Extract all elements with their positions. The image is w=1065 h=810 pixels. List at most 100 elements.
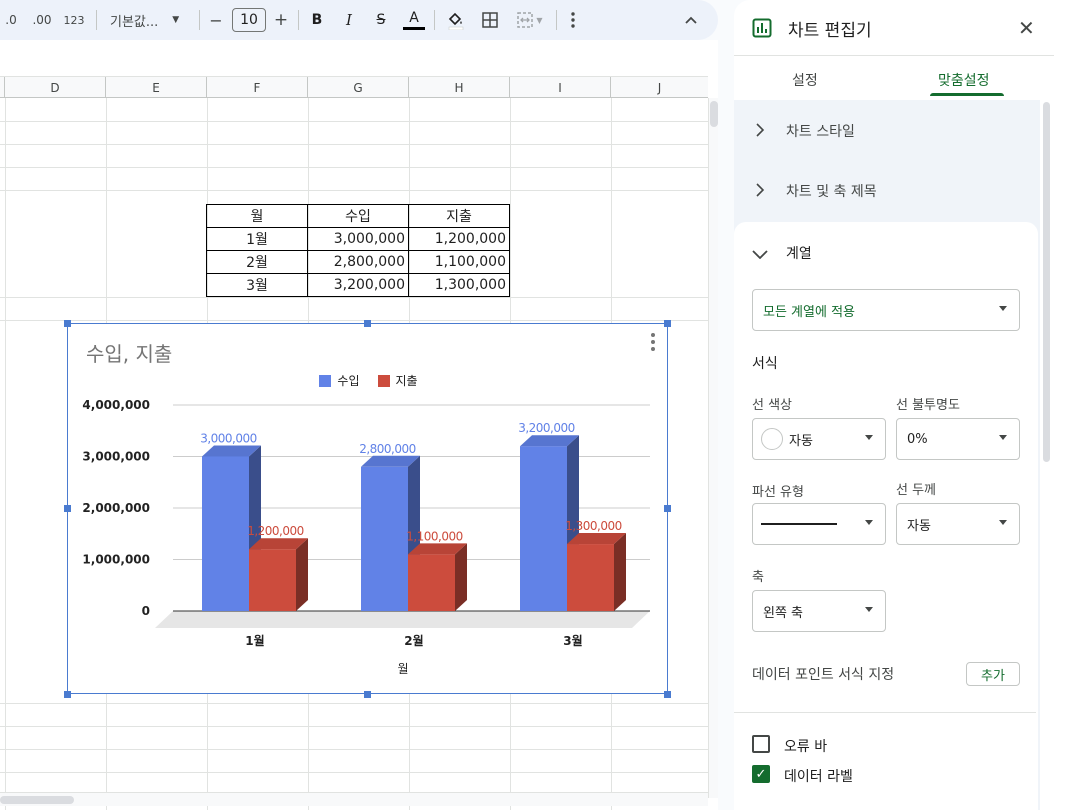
resize-handle[interactable] [364,320,371,327]
tab-setup[interactable]: 설정 [792,70,818,90]
bar-front [202,456,249,611]
more-formats-label: 123 [63,13,85,27]
section-chart-style[interactable]: 차트 스타일 [734,100,1040,162]
table-cell[interactable]: 3,000,000 [307,227,409,251]
bold-icon: B [311,12,323,28]
more-options-button[interactable] [562,0,584,40]
section-chart-axis-titles[interactable]: 차트 및 축 제목 [734,160,1040,222]
x-tick-label: 3월 [563,633,582,648]
strikethrough-button[interactable]: S [370,0,392,40]
vertical-scrollbar[interactable] [708,98,718,798]
tab-customize[interactable]: 맞춤설정 [938,70,990,90]
borders-button[interactable] [478,0,502,40]
resize-handle[interactable] [64,691,71,698]
dash-type-label: 파선 유형 [752,485,804,500]
font-family-value: 기본값... [110,14,159,30]
chevron-right-icon [734,182,786,201]
table-cell[interactable]: 3,200,000 [307,273,409,297]
bar-front [567,544,614,611]
section-series-header[interactable]: 계열 [734,222,1040,284]
table-cell[interactable]: 2,800,000 [307,250,409,274]
table-header-cell[interactable]: 월 [206,204,308,228]
data-table: 월 수입 지출 1월 3,000,000 1,200,000 2월 2,800,… [206,204,510,297]
resize-handle[interactable] [664,505,671,512]
chart-icon [752,18,772,38]
table-cell[interactable]: 1월 [206,227,308,251]
horizontal-scroll-thumb[interactable] [0,796,74,804]
resize-handle[interactable] [64,320,71,327]
table-cell[interactable]: 1,100,000 [408,250,510,274]
add-data-point-button[interactable]: 추가 [966,662,1020,686]
data-label: 3,200,000 [518,421,575,435]
table-cell[interactable]: 2월 [206,250,308,274]
column-header-h[interactable]: H [409,77,510,98]
resize-handle[interactable] [64,505,71,512]
table-header-cell[interactable]: 지출 [408,204,510,228]
borders-icon [482,12,498,28]
panel-header: 차트 편집기 ✕ [734,0,1054,56]
font-family-select[interactable]: 기본값... ▼ [104,0,190,40]
decrease-decimal-button[interactable]: .0 [0,0,22,40]
grid-line [0,144,708,145]
decrease-decimal-label: .0 [5,13,17,27]
italic-button[interactable]: I [338,0,360,40]
bar-side [296,538,308,611]
panel-scrollbar[interactable] [1043,102,1050,462]
y-tick-label: 1,000,000 [82,553,150,567]
resize-handle[interactable] [364,691,371,698]
column-header-f[interactable]: F [207,77,308,98]
series-select[interactable]: 모든 계열에 적용 [752,289,1020,331]
chevron-down-icon [865,520,873,525]
column-header-e[interactable]: E [106,77,207,98]
chart-editor-panel: 차트 편집기 ✕ 설정 맞춤설정 차트 스타일 차트 및 축 제목 계열 모든 … [734,0,1065,810]
text-color-button[interactable]: A [402,0,426,40]
chevron-down-icon [865,435,873,440]
x-axis-title: 월 [397,662,408,676]
merge-cells-button[interactable]: ▼ [510,0,550,40]
column-header-j[interactable]: J [611,77,708,98]
decrease-font-size-button[interactable]: − [205,0,227,40]
bold-button[interactable]: B [306,0,328,40]
line-color-label: 선 색상 [752,398,793,413]
table-cell[interactable]: 1,200,000 [408,227,510,251]
strikethrough-icon: S [376,12,386,28]
resize-handle[interactable] [664,691,671,698]
table-header-cell[interactable]: 수입 [307,204,409,228]
chart-plot[interactable]: 4,000,000 3,000,000 2,000,000 1,000,000 0 3,0… [68,324,669,695]
fill-color-button[interactable] [444,0,468,40]
solid-line-icon [761,523,837,525]
dash-type-select[interactable] [752,503,886,545]
error-bars-checkbox[interactable] [752,735,770,753]
resize-handle[interactable] [664,320,671,327]
column-header-d[interactable]: D [5,77,106,98]
grid-line [0,749,708,750]
table-cell[interactable]: 1,300,000 [408,273,510,297]
column-header-g[interactable]: G [308,77,409,98]
panel-body: 차트 스타일 차트 및 축 제목 계열 모든 계열에 적용 서식 선 색상 자동… [734,100,1040,810]
increase-font-size-button[interactable]: + [270,0,292,40]
more-formats-button[interactable]: 123 [60,0,88,40]
embedded-chart[interactable]: 수입, 지출 수입 지출 4,000,000 3,000,000 2,000,000… [67,323,668,694]
y-tick-label: 4,000,000 [82,398,150,412]
vertical-scroll-thumb[interactable] [710,101,718,127]
data-labels-checkbox[interactable]: ✓ [752,765,770,783]
close-icon[interactable]: ✕ [1018,16,1035,40]
line-color-select[interactable]: 자동 [752,418,886,460]
bar-front [408,554,455,611]
table-header-row: 월 수입 지출 [206,204,510,228]
column-header-i[interactable]: I [510,77,611,98]
axis-label: 축 [752,570,764,585]
line-opacity-select[interactable]: 0% [896,418,1020,460]
table-row: 1월 3,000,000 1,200,000 [206,227,510,251]
hide-menus-button[interactable] [680,0,702,40]
table-cell[interactable]: 3월 [206,273,308,297]
line-width-select[interactable]: 자동 [896,503,1020,545]
format-heading: 서식 [752,356,778,372]
grid-line [0,703,708,704]
horizontal-scrollbar[interactable] [0,792,708,806]
font-size-input[interactable]: 10 [231,0,267,40]
grid-line [0,726,708,727]
increase-decimal-button[interactable]: .00 [28,0,56,40]
toolbar-divider [298,10,299,30]
axis-select[interactable]: 왼쪽 축 [752,590,886,632]
